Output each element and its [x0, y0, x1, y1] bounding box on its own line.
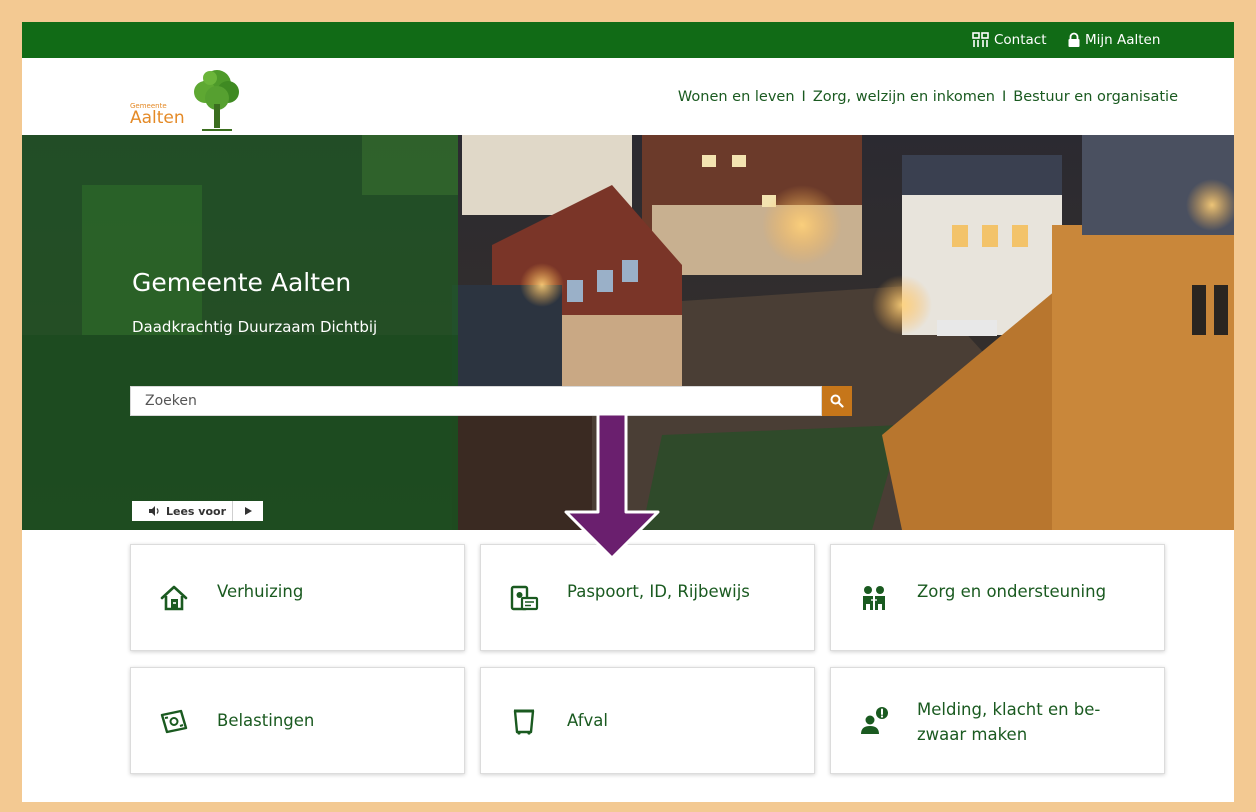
- tile-label: Zorg en ondersteuning: [917, 582, 1107, 601]
- logo-name: Aalten: [130, 108, 185, 128]
- nav-bestuur-organisatie[interactable]: Bestuur en organisatie: [1013, 89, 1178, 105]
- mijn-aalten-link[interactable]: Mijn Aalten: [1067, 22, 1160, 58]
- tile-afval[interactable]: Afval: [480, 667, 815, 774]
- search-button[interactable]: [822, 386, 852, 416]
- nav-wonen-en-leven[interactable]: Wonen en leven: [678, 89, 795, 105]
- tree-logo-icon: [194, 70, 239, 131]
- tile-melding-klacht-bezwaar[interactable]: Melding, klacht en be- zwaar maken: [830, 667, 1165, 774]
- search-icon: [830, 394, 844, 408]
- nav-separator: I: [801, 88, 806, 105]
- report-person-icon: [861, 707, 888, 734]
- readspeaker-widget: Lees voor: [132, 501, 264, 521]
- id-card-icon: [510, 585, 539, 611]
- nav-zorg-welzijn-inkomen[interactable]: Zorg, welzijn en inkomen: [813, 89, 995, 105]
- play-icon: [245, 507, 253, 515]
- hero-subtitle: Daadkrachtig Duurzaam Dichtbij: [132, 318, 378, 336]
- hero-title: Gemeente Aalten: [132, 268, 352, 297]
- utility-bar: Contact Mijn Aalten: [22, 22, 1234, 58]
- tile-label: Afval: [567, 711, 608, 730]
- bin-icon: [513, 709, 535, 735]
- tile-zorg-en-ondersteuning[interactable]: Zorg en ondersteuning: [830, 544, 1165, 651]
- tile-label: Verhuizing: [217, 582, 304, 601]
- tile-label-line-2: zwaar maken: [917, 725, 1028, 744]
- contact-link[interactable]: Contact: [972, 22, 1047, 58]
- main-navigation: Wonen en leven I Zorg, welzijn en inkome…: [678, 58, 1178, 135]
- tile-verhuizing[interactable]: Verhuizing: [130, 544, 465, 651]
- lees-voor-button[interactable]: Lees voor: [132, 501, 234, 521]
- contact-label: Contact: [994, 32, 1047, 48]
- mijn-aalten-label: Mijn Aalten: [1085, 32, 1161, 48]
- contact-icon: [972, 32, 989, 47]
- house-icon: [160, 585, 188, 611]
- tile-label: Belastingen: [217, 711, 315, 730]
- play-button[interactable]: [233, 501, 264, 521]
- lees-voor-label: Lees voor: [166, 504, 227, 518]
- people-icon: [863, 586, 885, 610]
- tile-label: Paspoort, ID, Rijbewijs: [567, 582, 750, 601]
- tile-belastingen[interactable]: Belastingen: [130, 667, 465, 774]
- gemeente-aalten-logo[interactable]: Gemeente Aalten: [130, 66, 242, 132]
- nav-separator: I: [1001, 88, 1007, 105]
- purple-arrow-annotation: [564, 412, 660, 560]
- speaker-icon: [149, 506, 159, 516]
- lock-icon: [1068, 32, 1080, 47]
- tile-label-line-1: Melding, klacht en be-: [917, 700, 1101, 719]
- tile-label: Melding, klacht en be- zwaar maken: [917, 697, 1137, 747]
- site-header: Gemeente Aalten Wonen en leven I Zorg, w…: [22, 58, 1234, 135]
- search-input[interactable]: [130, 386, 822, 416]
- browser-page: Contact Mijn Aalten Gemeente Aalten Wone…: [22, 22, 1234, 802]
- search-form: [130, 386, 852, 416]
- money-icon: [160, 709, 188, 734]
